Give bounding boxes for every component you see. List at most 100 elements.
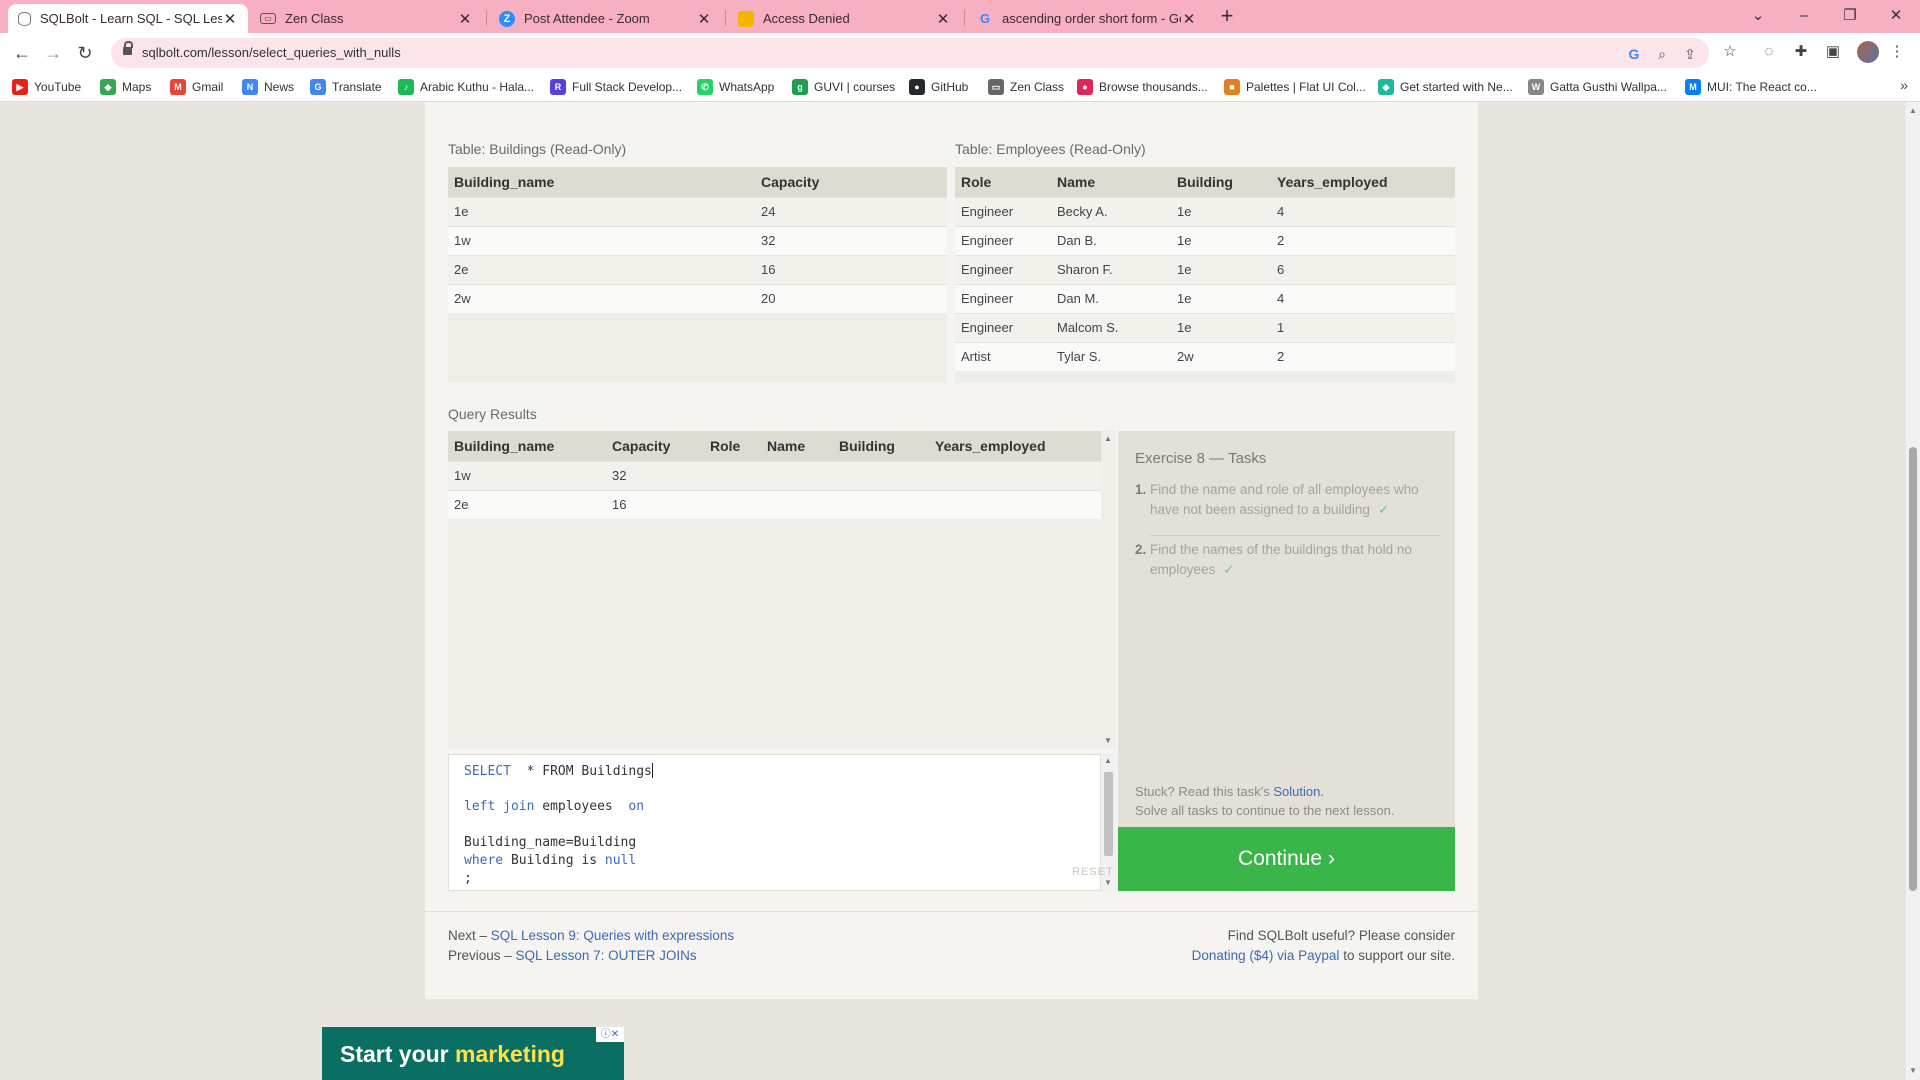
new-tab-button[interactable]: + <box>1215 5 1239 29</box>
bookmark-favicon-icon: ● <box>1077 79 1093 95</box>
table-cell: 1e <box>1171 283 1271 313</box>
bookmark-item[interactable]: g GUVI | courses <box>792 78 895 96</box>
reload-icon[interactable]: ↻ <box>72 40 98 66</box>
bookmark-item[interactable]: ▭ Zen Class <box>988 78 1064 96</box>
table-row: Artist Tylar S. 2w 2 <box>955 341 1455 371</box>
scroll-up-arrow-icon[interactable]: ▲ <box>1908 106 1918 115</box>
column-header: Building <box>833 431 929 461</box>
bookmark-label: Maps <box>122 80 152 94</box>
bookmark-favicon-icon: ◆ <box>100 79 116 95</box>
column-header: Role <box>955 167 1051 197</box>
table-cell: 2e <box>448 489 606 519</box>
tab-search-chevron-icon[interactable]: ⌄ <box>1735 0 1781 33</box>
bookmark-item[interactable]: M MUI: The React co... <box>1685 78 1817 96</box>
table-cell: 6 <box>1271 254 1455 284</box>
results-scrollbar[interactable]: ▲ ▼ <box>1101 431 1116 749</box>
bookmark-item[interactable]: R Full Stack Develop... <box>550 78 682 96</box>
sql-keyword: on <box>628 799 645 814</box>
solution-link[interactable]: Solution. <box>1273 784 1324 799</box>
scroll-up-arrow-icon[interactable]: ▲ <box>1104 434 1112 443</box>
task-text: Find the names of the buildings that hol… <box>1150 542 1412 577</box>
task-number: 1. <box>1135 482 1147 497</box>
tab-access-denied[interactable]: Access Denied ✕ <box>728 4 961 33</box>
puzzle-extensions-icon[interactable]: ✚ <box>1790 41 1812 63</box>
lesson-navigation: Next – SQL Lesson 9: Queries with expres… <box>448 926 734 966</box>
close-icon[interactable]: ✕ <box>222 10 238 28</box>
bookmark-item[interactable]: W Gatta Gusthi Wallpa... <box>1528 78 1667 96</box>
tab-title: Zen Class <box>285 11 344 26</box>
more-bookmarks-icon[interactable]: » <box>1900 77 1908 93</box>
table-cell: 1w <box>448 225 755 255</box>
donate-link[interactable]: Donating ($4) via Paypal <box>1192 948 1340 963</box>
bookmark-item[interactable]: G Translate <box>310 78 382 96</box>
share-icon[interactable]: ⇪ <box>1681 45 1699 63</box>
code-line: SELECT * FROM Buildings <box>464 763 653 779</box>
exercise-tasks-panel: Exercise 8 — Tasks 1. Find the name and … <box>1118 431 1455 827</box>
zoom-magnifier-icon[interactable]: ⌕ <box>1653 45 1671 63</box>
text-caret <box>651 763 653 778</box>
scroll-down-arrow-icon[interactable]: ▼ <box>1908 1066 1918 1075</box>
close-icon[interactable]: ✕ <box>696 10 712 28</box>
tab-zen-class[interactable]: ▭ Zen Class ✕ <box>250 4 483 33</box>
close-icon[interactable]: ✕ <box>1181 10 1197 28</box>
bookmark-item[interactable]: M Gmail <box>170 78 223 96</box>
prev-lesson-link[interactable]: SQL Lesson 7: OUTER JOINs <box>516 948 697 963</box>
scroll-down-arrow-icon[interactable]: ▼ <box>1104 736 1112 745</box>
bookmark-star-icon[interactable]: ☆ <box>1719 41 1741 63</box>
bookmark-item[interactable]: ■ Palettes | Flat UI Col... <box>1224 78 1366 96</box>
profile-avatar[interactable] <box>1857 41 1879 63</box>
sql-editor[interactable]: SELECT * FROM Buildings left join employ… <box>448 754 1101 891</box>
bookmark-item[interactable]: ◆ Get started with Ne... <box>1378 78 1513 96</box>
minimize-icon[interactable]: – <box>1781 0 1827 33</box>
support-suffix: to support our site. <box>1339 948 1455 963</box>
ad-close-icon[interactable]: ⓘ✕ <box>596 1027 624 1042</box>
scrollbar-thumb[interactable] <box>1104 772 1113 856</box>
advertisement-banner[interactable]: Start your marketing ⓘ✕ <box>322 1027 624 1080</box>
tab-google-search[interactable]: G ascending order short form - Go ✕ <box>967 4 1207 33</box>
google-lens-icon[interactable]: G <box>1625 45 1643 63</box>
table-cell: Engineer <box>955 283 1051 313</box>
table-cell: Sharon F. <box>1051 254 1171 284</box>
extension-circle-icon[interactable]: ◌ <box>1758 41 1780 63</box>
bookmark-item[interactable]: ● GitHub <box>909 78 968 96</box>
window-close-icon[interactable]: ✕ <box>1873 0 1919 33</box>
bookmark-item[interactable]: ▶ YouTube <box>12 78 81 96</box>
page-scrollbar[interactable]: ▲ ▼ <box>1906 102 1920 1080</box>
bookmark-item[interactable]: ✆ WhatsApp <box>697 78 774 96</box>
kebab-menu-icon[interactable]: ⋮ <box>1886 41 1908 63</box>
bookmark-favicon-icon: ▭ <box>988 79 1004 95</box>
forward-arrow-icon[interactable]: → <box>40 40 66 66</box>
table-row: Engineer Dan B. 1e 2 <box>955 225 1455 255</box>
bookmark-item[interactable]: N News <box>242 78 294 96</box>
sql-text: Building_name=Building <box>464 835 637 850</box>
close-icon[interactable]: ✕ <box>457 10 473 28</box>
table-cell: Dan B. <box>1051 225 1171 255</box>
restore-icon[interactable]: ❐ <box>1827 0 1873 33</box>
tab-sqlbolt[interactable]: SQLBolt - Learn SQL - SQL Lesso ✕ <box>8 4 248 33</box>
tab-zoom[interactable]: Z Post Attendee - Zoom ✕ <box>489 4 722 33</box>
checkmark-icon: ✓ <box>1223 562 1235 577</box>
bookmark-item[interactable]: ◆ Maps <box>100 78 151 96</box>
close-icon[interactable]: ✕ <box>935 10 951 28</box>
back-arrow-icon[interactable]: ← <box>9 40 35 66</box>
reset-button[interactable]: RESET <box>1072 866 1114 878</box>
bookmark-label: Get started with Ne... <box>1400 80 1513 94</box>
sql-keyword: SELECT <box>464 764 511 779</box>
prev-prefix: Previous – <box>448 948 516 963</box>
table-cell: Tylar S. <box>1051 341 1171 371</box>
zen-class-icon: ▭ <box>260 13 276 24</box>
task-item: 1. Find the name and role of all employe… <box>1135 480 1441 520</box>
tab-separator <box>486 10 487 26</box>
address-bar[interactable]: sqlbolt.com/lesson/select_queries_with_n… <box>111 38 1709 68</box>
side-panel-icon[interactable]: ▣ <box>1822 41 1844 63</box>
table-cell: Malcom S. <box>1051 312 1171 342</box>
bookmark-item[interactable]: ♪ Arabic Kuthu - Hala... <box>398 78 534 96</box>
bookmark-item[interactable]: ● Browse thousands... <box>1077 78 1208 96</box>
next-lesson-link[interactable]: SQL Lesson 9: Queries with expressions <box>491 928 734 943</box>
scroll-up-arrow-icon[interactable]: ▲ <box>1104 756 1112 765</box>
continue-button[interactable]: Continue › <box>1118 827 1455 891</box>
page-viewport: Table: Buildings (Read-Only) Building_na… <box>0 102 1906 1080</box>
table-row: Engineer Becky A. 1e 4 <box>955 196 1455 226</box>
scroll-down-arrow-icon[interactable]: ▼ <box>1104 878 1112 887</box>
scrollbar-thumb[interactable] <box>1909 447 1917 891</box>
